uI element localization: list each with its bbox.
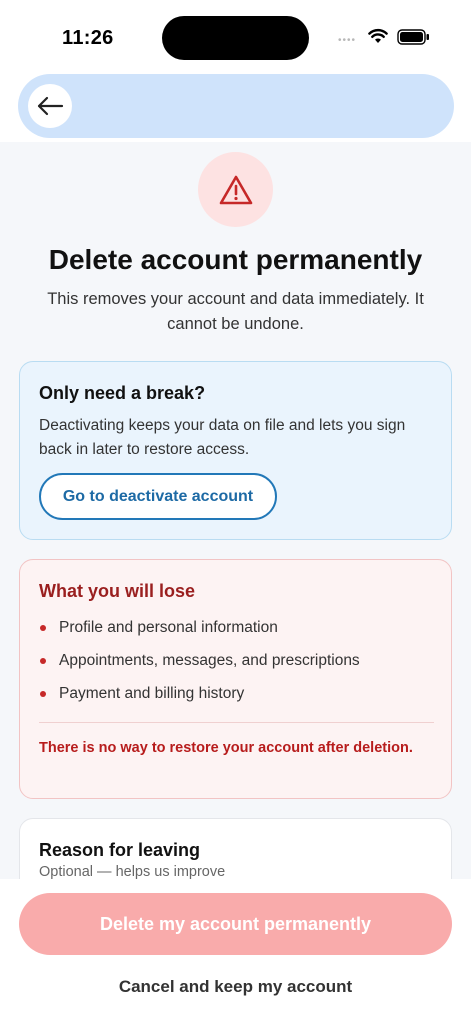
warning-triangle-icon — [219, 175, 252, 204]
lose-card-title: What you will lose — [39, 581, 196, 601]
list-item: Profile and personal information — [39, 616, 360, 649]
loss-list: Profile and personal information Appoint… — [39, 616, 360, 715]
warning-badge — [198, 152, 273, 227]
list-item: Payment and billing history — [39, 682, 360, 715]
battery-icon — [397, 29, 429, 45]
status-bar: 11:26 •••• — [0, 0, 471, 72]
deactivate-info-card: Only need a break? Deactivating keeps yo… — [19, 361, 452, 540]
break-card-title: Only need a break? — [39, 383, 206, 403]
delete-account-button[interactable]: Delete my account permanently — [19, 893, 452, 955]
back-button[interactable] — [28, 84, 72, 128]
arrow-left-icon — [37, 96, 64, 116]
signal-icon: •••• — [338, 35, 357, 46]
header — [0, 72, 471, 142]
reason-title: Reason for leaving — [39, 840, 201, 860]
list-item: Appointments, messages, and prescription… — [39, 649, 360, 682]
loss-warning-card: What you will lose Profile and personal … — [19, 559, 452, 799]
cancel-keep-account-button[interactable]: Cancel and keep my account — [0, 977, 471, 997]
page-title: Delete account permanently — [48, 244, 423, 275]
wifi-icon — [368, 29, 388, 43]
page-subtitle: This removes your account and data immed… — [47, 290, 424, 333]
no-restore-warning: There is no way to restore your account … — [39, 740, 413, 756]
go-to-deactivate-button[interactable]: Go to deactivate account — [39, 473, 277, 520]
dynamic-island — [162, 16, 309, 60]
header-bar — [18, 74, 454, 138]
divider — [39, 722, 434, 723]
status-time: 11:26 — [62, 27, 114, 49]
screen: 11:26 •••• Delete account permanently Th… — [0, 0, 471, 1024]
break-card-body: Deactivating keeps your data on file and… — [39, 417, 406, 458]
reason-hint: Optional — helps us improve — [39, 864, 226, 880]
bottom-action-bar: Delete my account permanently Cancel and… — [0, 879, 471, 1024]
